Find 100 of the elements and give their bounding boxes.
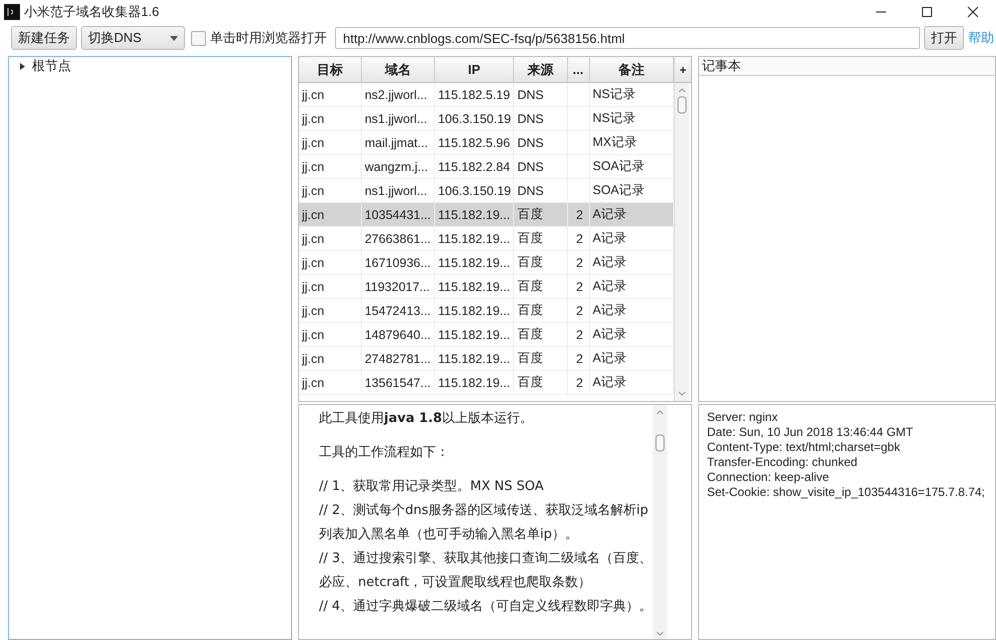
table-row[interactable]: jj.cn 14879640... 115.182.19... 百度 2 A记录 xyxy=(299,322,674,346)
scrollbar[interactable] xyxy=(653,405,667,639)
table-row[interactable]: jj.cn 16710936... 115.182.19... 百度 2 A记录 xyxy=(299,250,674,274)
table-cell: jj.cn xyxy=(299,154,362,178)
help-link[interactable]: 帮助 xyxy=(968,29,994,47)
paragraph: // 4、通过字典爆破二级域名（可自定义线程数即字典）。 xyxy=(319,598,653,616)
table-cell: jj.cn xyxy=(299,346,362,370)
table-cell: 115.182.5.19 xyxy=(434,82,514,106)
table-cell: DNS xyxy=(514,106,568,130)
column-header[interactable]: 域名 xyxy=(361,57,435,82)
table-row[interactable]: jj.cn ns1.jjworl... 106.3.150.19 DNS NS记录 xyxy=(299,106,674,130)
table-cell: 15472413... xyxy=(361,298,435,322)
table-row[interactable]: jj.cn ns2.jjworl... 115.182.5.19 DNS NS记录 xyxy=(299,82,674,106)
dns-dropdown[interactable]: 切换DNS xyxy=(81,26,185,50)
table-cell: A记录 xyxy=(589,274,674,298)
table-cell: wangzm.j... xyxy=(361,154,435,178)
add-column-button[interactable]: + xyxy=(675,57,691,83)
table-cell: DNS xyxy=(514,130,568,154)
table-cell: A记录 xyxy=(589,370,674,394)
table-row[interactable]: jj.cn 27663861... 115.182.19... 百度 2 A记录 xyxy=(299,226,674,250)
paragraph: 工具的工作流程如下： xyxy=(319,444,450,462)
table-cell: 115.182.19... xyxy=(434,226,514,250)
table-cell: 百度 xyxy=(514,322,568,346)
table-cell: 百度 xyxy=(514,346,568,370)
maximize-icon[interactable] xyxy=(921,6,933,18)
table-row[interactable]: jj.cn 13561547... 115.182.19... 百度 2 A记录 xyxy=(299,370,674,394)
table-cell: A记录 xyxy=(589,226,674,250)
new-task-button[interactable]: 新建任务 xyxy=(11,26,77,50)
expand-arrow-icon[interactable] xyxy=(19,62,26,70)
caret-icon xyxy=(170,36,178,40)
table-cell: jj.cn xyxy=(299,274,362,298)
table-row[interactable]: jj.cn wangzm.j... 115.182.2.84 DNS SOA记录 xyxy=(299,154,674,178)
table-row[interactable]: jj.cn 15472413... 115.182.19... 百度 2 A记录 xyxy=(299,298,674,322)
column-header[interactable]: 来源 xyxy=(514,57,568,82)
table-cell: 16710936... xyxy=(361,250,435,274)
table-cell: 百度 xyxy=(514,370,568,394)
table-cell xyxy=(567,82,590,106)
table-cell: DNS xyxy=(514,154,568,178)
table-cell: A记录 xyxy=(589,346,674,370)
table-cell: 2 xyxy=(567,274,590,298)
table-cell: 11932017... xyxy=(361,274,435,298)
column-header[interactable]: 备注 xyxy=(589,57,674,82)
table-cell: SOA记录 xyxy=(589,154,674,178)
table-cell: 2 xyxy=(567,370,590,394)
table-cell: 115.182.19... xyxy=(434,274,514,298)
checkbox[interactable] xyxy=(191,30,206,46)
table-cell: A记录 xyxy=(589,202,674,226)
table-cell: 115.182.19... xyxy=(434,370,514,394)
header-line: Set-Cookie: show_visite_ip_103544316=175.7.8.74; xyxy=(707,485,986,500)
table-cell: 106.3.150.19 xyxy=(434,106,514,130)
table-row[interactable]: jj.cn 11932017... 115.182.19... 百度 2 A记录 xyxy=(299,274,674,298)
close-icon[interactable] xyxy=(967,6,979,18)
table-cell: 27663861... xyxy=(361,226,435,250)
url-field[interactable]: http://www.cnblogs.com/SEC-fsq/p/5638156.html xyxy=(335,27,920,49)
app-icon xyxy=(4,4,20,20)
table-cell: jj.cn xyxy=(299,106,362,130)
paragraph: // 3、通过搜索引擎、获取其他接口查询二级域名（百度、必应、netcraft，可设置爬取线程也爬取条数） xyxy=(319,550,653,592)
table-cell: 115.182.19... xyxy=(434,322,514,346)
table-row[interactable]: jj.cn mail.jjmat... 115.182.5.96 DNS MX记录 xyxy=(299,130,674,154)
table-cell: DNS xyxy=(514,82,568,106)
header-line: Server: nginx xyxy=(707,410,779,425)
table-cell: jj.cn xyxy=(299,250,362,274)
header-line: Connection: keep-alive xyxy=(707,470,830,485)
column-header[interactable]: ... xyxy=(567,57,590,82)
table-cell: 115.182.19... xyxy=(434,202,514,226)
table-cell: 2 xyxy=(567,250,590,274)
header-line: Date: Sun, 10 Jun 2018 13:46:44 GMT xyxy=(707,425,914,440)
column-header[interactable]: 目标 xyxy=(299,57,362,82)
table-row[interactable]: jj.cn 10354431... 115.182.19... 百度 2 A记录 xyxy=(299,202,674,226)
table-cell: jj.cn xyxy=(299,322,362,346)
table-cell: 13561547... xyxy=(361,370,435,394)
window-title: 小米范子域名收集器1.6 xyxy=(24,3,160,21)
table-cell: 2 xyxy=(567,226,590,250)
table-row[interactable]: jj.cn 27482781... 115.182.19... 百度 2 A记录 xyxy=(299,346,674,370)
scrollbar[interactable] xyxy=(675,83,689,401)
table-cell: 115.182.19... xyxy=(434,298,514,322)
open-button[interactable]: 打开 xyxy=(924,26,964,50)
table-cell: mail.jjmat... xyxy=(361,130,435,154)
table-cell: 百度 xyxy=(514,274,568,298)
paragraph: // 1、获取常用记录类型。MX NS SOA xyxy=(319,478,545,496)
table-cell: MX记录 xyxy=(589,130,674,154)
table-cell: 10354431... xyxy=(361,202,435,226)
table-cell: 2 xyxy=(567,322,590,346)
table-cell: 115.182.19... xyxy=(434,250,514,274)
table-cell: A记录 xyxy=(589,250,674,274)
table-cell: ns2.jjworl... xyxy=(361,82,435,106)
table-cell: 百度 xyxy=(514,226,568,250)
column-header[interactable]: IP xyxy=(434,57,514,82)
table-cell: NS记录 xyxy=(589,106,674,130)
paragraph: 此工具使用java 1.8以上版本运行。 xyxy=(319,410,534,428)
table-cell: 百度 xyxy=(514,250,568,274)
table-cell: 百度 xyxy=(514,202,568,226)
table-cell: jj.cn xyxy=(299,226,362,250)
table-cell: A记录 xyxy=(589,322,674,346)
tree-item[interactable]: 根节点 xyxy=(32,57,71,75)
table-cell: NS记录 xyxy=(589,82,674,106)
table-cell: jj.cn xyxy=(299,370,362,394)
table-cell: 115.182.2.84 xyxy=(434,154,514,178)
table-cell: jj.cn xyxy=(299,82,362,106)
table-cell: A记录 xyxy=(589,298,674,322)
